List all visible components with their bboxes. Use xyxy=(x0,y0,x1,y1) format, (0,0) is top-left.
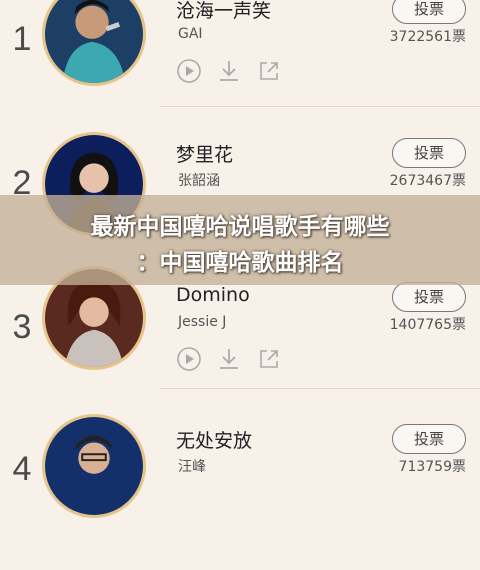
artist-name: 汪峰 xyxy=(178,459,206,475)
vote-button[interactable]: 投票 xyxy=(392,138,466,168)
list-item[interactable]: 4 无处安放 汪峰 投票 713759票 xyxy=(0,414,480,570)
download-icon[interactable] xyxy=(216,58,242,84)
artist-name: Jessie J xyxy=(178,314,227,330)
vote-button[interactable]: 投票 xyxy=(392,282,466,312)
song-title[interactable]: 无处安放 xyxy=(176,426,252,453)
artist-name: 张韶涵 xyxy=(178,173,220,189)
banner-title-line-1: 最新中国嘻哈说唱歌手有哪些 xyxy=(90,214,390,240)
download-icon[interactable] xyxy=(216,346,242,372)
banner-title-line-2: ：中国嘻哈歌曲排名 xyxy=(136,250,344,276)
vote-button[interactable]: 投票 xyxy=(392,424,466,454)
rank-number: 3 xyxy=(12,308,32,346)
vote-count: 2673467票 xyxy=(389,173,466,189)
vote-count: 3722561票 xyxy=(389,29,466,45)
list-item[interactable]: 3 Domino Jessie J 投票 1407765票 xyxy=(0,266,480,428)
rank-number: 4 xyxy=(12,450,32,488)
artist-name: GAI xyxy=(178,26,203,42)
play-icon[interactable] xyxy=(176,346,202,372)
share-icon[interactable] xyxy=(256,58,282,84)
vote-count: 713759票 xyxy=(398,459,466,475)
list-item[interactable]: 1 沧海一声笑 GAI 投票 3722561票 xyxy=(0,0,480,140)
rank-number: 1 xyxy=(12,20,32,58)
divider xyxy=(160,106,480,107)
song-title[interactable]: Domino xyxy=(176,284,250,306)
share-icon[interactable] xyxy=(256,346,282,372)
action-icons xyxy=(176,346,282,372)
vote-count: 1407765票 xyxy=(389,317,466,333)
title-banner: 最新中国嘻哈说唱歌手有哪些 ：中国嘻哈歌曲排名 xyxy=(0,195,480,285)
song-title[interactable]: 梦里花 xyxy=(176,140,233,167)
vote-button[interactable]: 投票 xyxy=(392,0,466,24)
divider xyxy=(160,388,480,389)
play-icon[interactable] xyxy=(176,58,202,84)
action-icons xyxy=(176,58,282,84)
song-title[interactable]: 沧海一声笑 xyxy=(176,0,271,23)
avatar[interactable] xyxy=(42,0,146,86)
avatar[interactable] xyxy=(42,414,146,518)
